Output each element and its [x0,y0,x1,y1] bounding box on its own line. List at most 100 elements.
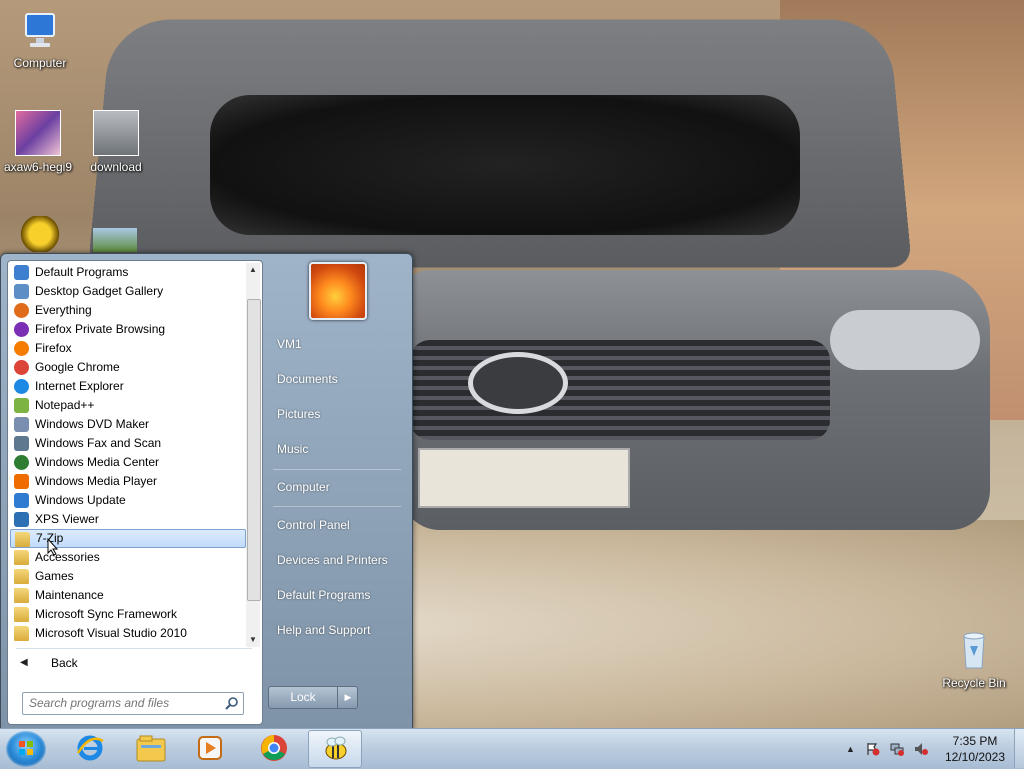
program-folder-item[interactable]: Microsoft Sync Framework [10,605,246,624]
program-label: Windows Media Player [35,474,157,488]
action-center-flag-icon[interactable] [866,742,880,756]
system-clock[interactable]: 7:35 PM 12/10/2023 [937,733,1013,765]
ie-icon [14,379,29,394]
program-list-item[interactable]: XPS Viewer [10,510,246,529]
desktop-icon-computer[interactable]: Computer [2,8,78,70]
lock-button[interactable]: Lock [269,687,337,708]
desktop-icon-download[interactable]: download [78,110,154,174]
start-menu: Default Programs Desktop Gadget Gallery Ev… [0,253,413,730]
start-button[interactable] [6,731,46,767]
program-label: Google Chrome [35,360,120,374]
mazda-logo [468,352,568,414]
user-picture-avatar[interactable] [309,262,367,320]
shutdown-options-arrow-icon[interactable]: ▶ [337,687,358,708]
volume-muted-icon[interactable] [914,742,928,756]
desktop-icon-recycle-bin[interactable]: Recycle Bin [936,628,1012,690]
program-list-item[interactable]: Windows DVD Maker [10,415,246,434]
program-list-item[interactable]: Everything [10,301,246,320]
chrome-icon [259,733,289,763]
bee-icon [20,216,60,252]
mouse-cursor-icon [47,538,59,556]
desktop-icon-bee-app[interactable] [14,216,66,256]
desktop-icon-horse-image[interactable] [90,228,140,256]
program-list-item[interactable]: Windows Media Center [10,453,246,472]
program-label: Firefox [35,341,72,355]
network-disconnected-icon[interactable] [890,742,904,756]
folder-icon [14,626,29,641]
program-list-item[interactable]: Internet Explorer [10,377,246,396]
gadget-gallery-icon [14,284,29,299]
program-folder-item[interactable]: Games [10,567,246,586]
program-label: Games [35,569,74,583]
scroll-up-arrow-icon[interactable]: ▲ [246,263,260,277]
taskbar-internet-explorer[interactable] [64,730,116,766]
everything-search-icon [14,303,29,318]
default-programs-icon [14,265,29,280]
search-icon[interactable] [225,696,239,710]
program-list-scrollbar[interactable]: ▲ ▼ [246,263,260,647]
program-list-item[interactable]: Desktop Gadget Gallery [10,282,246,301]
program-label: Windows Fax and Scan [35,436,161,450]
program-list-item[interactable]: Firefox [10,339,246,358]
windows-explorer-icon [135,733,167,763]
start-link-music[interactable]: Music [269,434,403,464]
taskbar-windows-explorer[interactable] [124,730,176,766]
start-link-user[interactable]: VM1 [269,329,403,359]
program-label: Microsoft Sync Framework [35,607,177,621]
desktop-icon-image-file[interactable]: axaw6-hegi9 [0,110,76,174]
start-link-computer[interactable]: Computer [269,472,403,502]
start-link-control-panel[interactable]: Control Panel [269,510,403,540]
search-box[interactable] [22,692,244,715]
windows-logo-icon [18,740,34,756]
start-link-pictures[interactable]: Pictures [269,399,403,429]
show-desktop-button[interactable] [1014,729,1024,768]
program-label: Notepad++ [35,398,94,412]
program-list-item[interactable]: Notepad++ [10,396,246,415]
program-label: Default Programs [35,265,128,279]
show-hidden-icons-arrow-icon[interactable]: ▲ [846,742,860,756]
scroll-down-arrow-icon[interactable]: ▼ [246,633,260,647]
start-link-devices-printers[interactable]: Devices and Printers [269,545,403,575]
image-thumbnail-icon [93,228,137,252]
folder-icon [15,532,30,547]
start-link-documents[interactable]: Documents [269,364,403,394]
program-list-item[interactable]: Google Chrome [10,358,246,377]
recycle-bin-icon [952,628,996,672]
program-list-item[interactable]: Firefox Private Browsing [10,320,246,339]
program-label: Windows DVD Maker [35,417,149,431]
chrome-icon [14,360,29,375]
search-input[interactable] [29,693,219,712]
start-link-help-support[interactable]: Help and Support [269,615,403,645]
taskbar-media-player[interactable] [184,730,236,766]
program-label: Desktop Gadget Gallery [35,284,163,298]
back-button[interactable]: ◀ Back [10,651,260,675]
image-thumbnail-icon [93,110,139,156]
license-plate [418,448,630,508]
program-folder-item[interactable]: 7-Zip [10,529,246,548]
start-link-default-programs[interactable]: Default Programs [269,580,403,610]
program-list-item[interactable]: Windows Update [10,491,246,510]
clock-date: 12/10/2023 [937,749,1013,765]
computer-icon [18,8,62,52]
notepadpp-icon [14,398,29,413]
program-folder-item[interactable]: Accessories [10,548,246,567]
bee-app-icon [320,734,350,764]
program-list-item[interactable]: Default Programs [10,263,246,282]
program-list-item[interactable]: Windows Fax and Scan [10,434,246,453]
clock-time: 7:35 PM [937,733,1013,749]
firefox-icon [14,341,29,356]
scroll-thumb[interactable] [247,299,261,601]
taskbar-bee-app[interactable] [308,730,362,768]
program-label: Firefox Private Browsing [35,322,165,336]
all-programs-list: Default Programs Desktop Gadget Gallery Ev… [10,263,246,647]
lock-button-group: Lock ▶ [268,686,358,709]
program-label: Everything [35,303,92,317]
program-list-item[interactable]: Windows Media Player [10,472,246,491]
program-folder-item[interactable]: Microsoft Visual Studio 2010 [10,624,246,643]
folder-icon [14,569,29,584]
back-arrow-icon: ◀ [20,651,28,675]
program-folder-item[interactable]: Maintenance [10,586,246,605]
taskbar-chrome[interactable] [248,730,300,766]
program-label: Windows Update [35,493,126,507]
folder-icon [14,588,29,603]
